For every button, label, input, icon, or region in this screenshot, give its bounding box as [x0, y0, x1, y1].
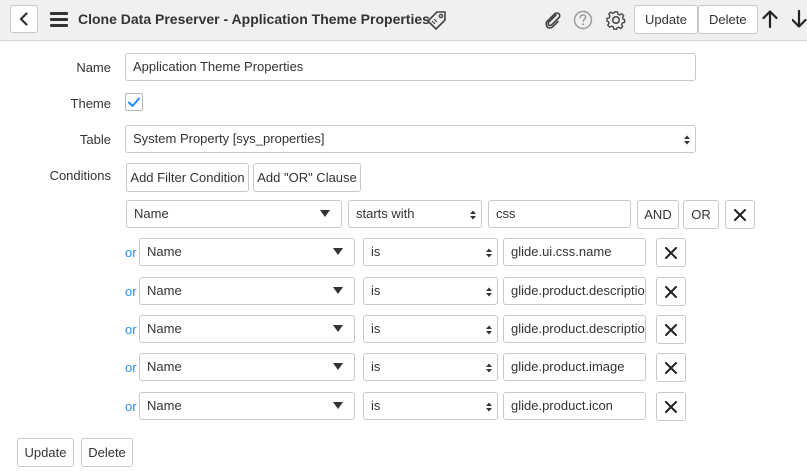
arrow-down-icon[interactable]: [792, 9, 807, 29]
add-or-clause-button[interactable]: Add "OR" Clause: [253, 163, 361, 192]
footer-delete-button[interactable]: Delete: [81, 438, 133, 467]
caret-down-icon: [333, 287, 343, 294]
name-label: Name: [76, 60, 111, 75]
caret-down-icon: [333, 325, 343, 332]
close-icon: [665, 285, 677, 298]
remove-or-condition-button[interactable]: [656, 392, 686, 421]
or-field-select[interactable]: Name: [139, 315, 355, 343]
form-header: Clone Data Preserver - Application Theme…: [0, 0, 807, 41]
or-value-input[interactable]: glide.ui.css.name: [503, 238, 646, 266]
select-arrows-icon: [486, 325, 492, 335]
table-label: Table: [79, 132, 111, 147]
and-button[interactable]: AND: [637, 200, 679, 229]
caret-down-icon: [333, 363, 343, 370]
or-prefix-label: or: [125, 245, 137, 260]
tag-icon[interactable]: [425, 10, 447, 30]
or-field-value: Name: [147, 283, 182, 298]
or-operator-value: is: [371, 321, 381, 336]
condition-field-select[interactable]: Name: [126, 200, 342, 228]
back-button[interactable]: [10, 5, 38, 33]
or-operator-select[interactable]: is: [363, 277, 498, 305]
or-value-input[interactable]: glide.product.description: [503, 315, 646, 343]
or-value-input[interactable]: glide.product.image: [503, 353, 646, 381]
select-arrows-icon: [486, 402, 492, 412]
or-field-value: Name: [147, 321, 182, 336]
hamburger-menu-icon[interactable]: [50, 12, 68, 27]
chevron-left-icon: [19, 12, 28, 26]
or-value-input[interactable]: glide.product.description: [503, 277, 646, 305]
name-input[interactable]: Application Theme Properties: [125, 53, 696, 81]
or-operator-select[interactable]: is: [363, 353, 498, 381]
remove-or-condition-button[interactable]: [656, 277, 686, 306]
or-field-value: Name: [147, 398, 182, 413]
select-arrows-icon: [486, 287, 492, 297]
or-field-select[interactable]: Name: [139, 277, 355, 305]
conditions-label: Conditions: [49, 168, 111, 183]
or-operator-select[interactable]: is: [363, 238, 498, 266]
arrow-up-icon[interactable]: [761, 9, 779, 29]
close-icon: [665, 323, 677, 336]
condition-field-value: Name: [134, 206, 169, 221]
gear-icon[interactable]: [605, 9, 627, 31]
or-button[interactable]: OR: [683, 200, 719, 229]
header-delete-button[interactable]: Delete: [698, 5, 758, 34]
select-arrows-icon: [470, 210, 476, 220]
or-value-input[interactable]: glide.product.icon: [503, 392, 646, 420]
or-prefix-label: or: [125, 322, 137, 337]
or-prefix-label: or: [125, 360, 137, 375]
or-prefix-label: or: [125, 399, 137, 414]
or-operator-value: is: [371, 283, 381, 298]
close-icon: [734, 208, 746, 221]
or-field-select[interactable]: Name: [139, 353, 355, 381]
or-operator-value: is: [371, 359, 381, 374]
table-select[interactable]: System Property [sys_properties]: [125, 125, 696, 153]
select-arrows-icon: [486, 248, 492, 258]
close-icon: [665, 361, 677, 374]
caret-down-icon: [320, 210, 330, 217]
condition-operator-value: starts with: [356, 206, 415, 221]
or-field-select[interactable]: Name: [139, 238, 355, 266]
or-field-value: Name: [147, 244, 182, 259]
remove-or-condition-button[interactable]: [656, 353, 686, 382]
or-operator-select[interactable]: is: [363, 315, 498, 343]
paperclip-icon[interactable]: [543, 10, 563, 30]
close-icon: [665, 400, 677, 413]
condition-operator-select[interactable]: starts with: [348, 200, 482, 228]
checkmark-icon: [128, 97, 140, 107]
page-title: Clone Data Preserver - Application Theme…: [78, 11, 430, 27]
table-select-value: System Property [sys_properties]: [133, 131, 325, 146]
or-prefix-label: or: [125, 284, 137, 299]
close-icon: [665, 246, 677, 259]
condition-value-input[interactable]: css: [488, 200, 631, 228]
select-arrows-icon: [684, 135, 690, 145]
or-operator-select[interactable]: is: [363, 392, 498, 420]
or-field-value: Name: [147, 359, 182, 374]
help-icon[interactable]: [573, 10, 593, 30]
theme-checkbox[interactable]: [125, 93, 143, 111]
theme-label: Theme: [70, 96, 111, 111]
header-update-button[interactable]: Update: [634, 5, 698, 34]
select-arrows-icon: [486, 363, 492, 373]
footer-update-button[interactable]: Update: [17, 438, 74, 467]
remove-or-condition-button[interactable]: [656, 238, 686, 267]
remove-condition-button[interactable]: [725, 200, 755, 229]
caret-down-icon: [333, 402, 343, 409]
or-operator-value: is: [371, 398, 381, 413]
caret-down-icon: [333, 248, 343, 255]
or-operator-value: is: [371, 244, 381, 259]
add-filter-condition-button[interactable]: Add Filter Condition: [126, 163, 249, 192]
remove-or-condition-button[interactable]: [656, 315, 686, 344]
or-field-select[interactable]: Name: [139, 392, 355, 420]
